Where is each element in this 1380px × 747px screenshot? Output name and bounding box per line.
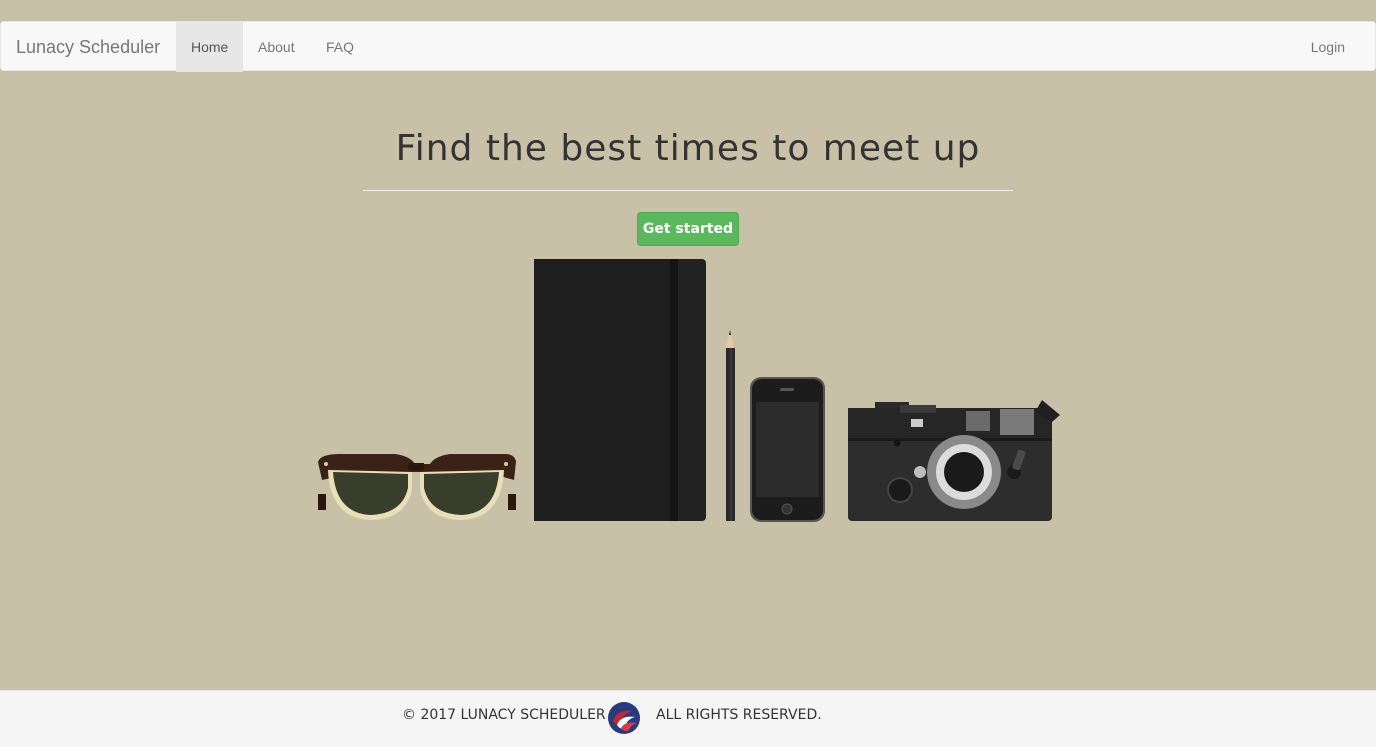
brand-link[interactable]: Lunacy Scheduler bbox=[16, 22, 160, 72]
nav-item-faq[interactable]: FAQ bbox=[311, 22, 368, 72]
footer: © 2017 LUNACY SCHEDULER ALL RIGHTS RESER… bbox=[0, 690, 1376, 747]
camera-image bbox=[848, 400, 1060, 521]
footer-rights: ALL RIGHTS RESERVED. bbox=[656, 707, 822, 723]
navbar: Lunacy Scheduler Home About FAQ Login bbox=[0, 21, 1376, 72]
get-started-button[interactable]: Get started bbox=[637, 212, 739, 246]
phone-image bbox=[750, 377, 825, 522]
nav-item-about[interactable]: About bbox=[243, 22, 311, 72]
page: Lunacy Scheduler Home About FAQ Login Fi… bbox=[0, 0, 1380, 747]
hero-divider bbox=[363, 190, 1013, 191]
hero-illustration bbox=[318, 259, 1060, 522]
pencil-image bbox=[726, 330, 735, 521]
footer-copyright: © 2017 LUNACY SCHEDULER bbox=[402, 707, 606, 723]
sunglasses-image bbox=[318, 454, 516, 520]
hero-title: Find the best times to meet up bbox=[395, 128, 981, 169]
lunacy-logo-icon bbox=[608, 702, 640, 734]
notebook-image bbox=[534, 259, 706, 521]
nav-item-home[interactable]: Home bbox=[176, 22, 243, 72]
login-link[interactable]: Login bbox=[1296, 22, 1360, 72]
window-edge bbox=[1376, 0, 1380, 747]
